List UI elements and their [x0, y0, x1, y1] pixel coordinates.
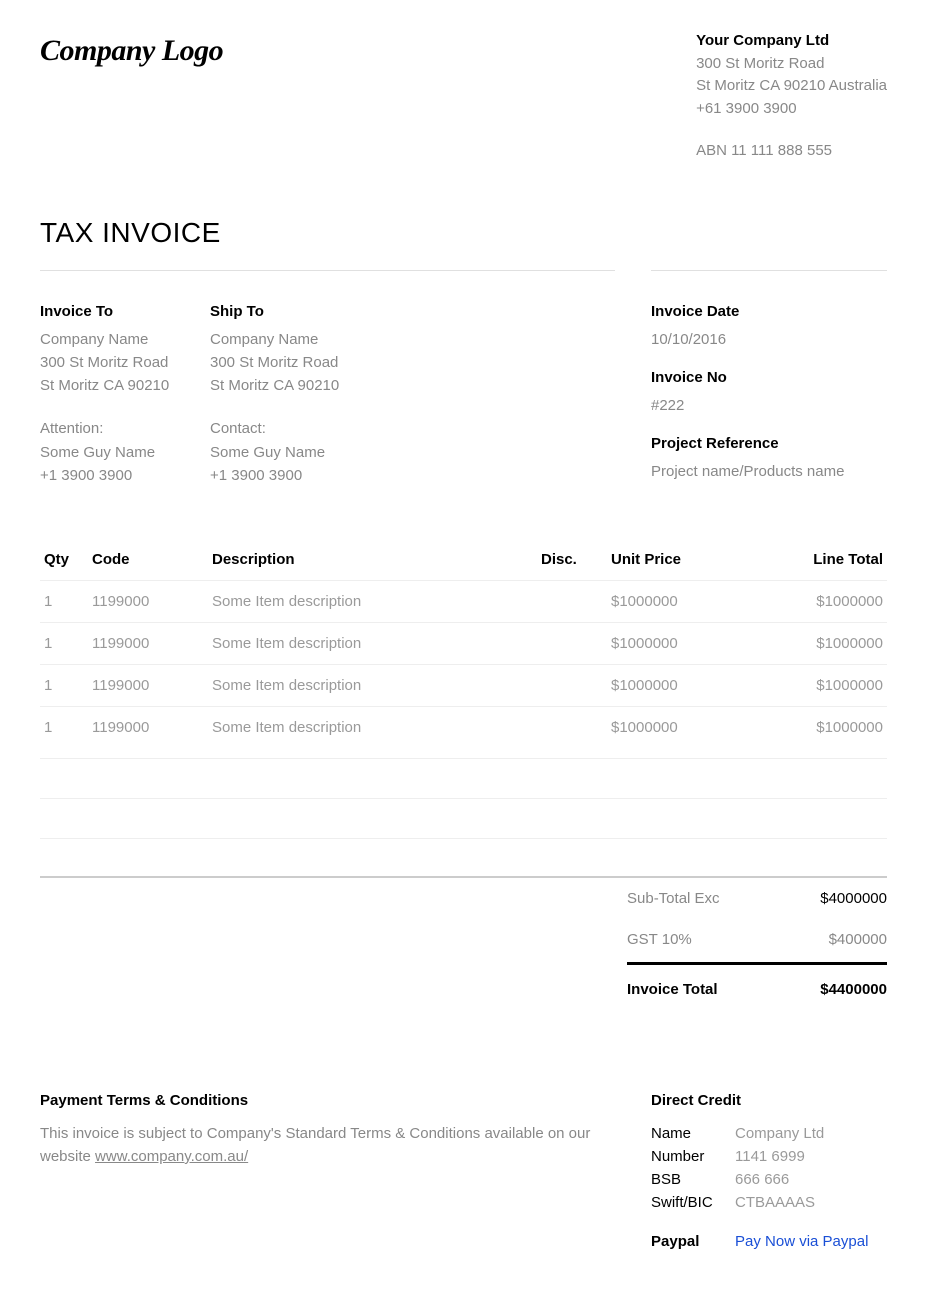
- terms-heading: Payment Terms & Conditions: [40, 1090, 615, 1111]
- footer: Payment Terms & Conditions This invoice …: [40, 1090, 887, 1252]
- table-row: 11199000Some Item description $1000000$10…: [40, 707, 887, 749]
- dc-number-label: Number: [651, 1146, 735, 1167]
- company-info: Your Company Ltd 300 St Moritz Road St M…: [696, 30, 887, 163]
- ship-to-contact-label: Contact:: [210, 417, 651, 440]
- gst-label: GST 10%: [627, 929, 692, 950]
- cell-qty: 1: [40, 707, 88, 749]
- project-ref-value: Project name/Products name: [651, 460, 887, 483]
- invoice-no-value: #222: [651, 394, 887, 417]
- col-qty: Qty: [40, 539, 88, 581]
- cell-code: 1199000: [88, 707, 208, 749]
- subtotal-value: $4000000: [820, 888, 887, 909]
- direct-credit-block: Direct Credit Name Company Ltd Number 11…: [651, 1090, 887, 1252]
- cell-code: 1199000: [88, 581, 208, 623]
- ship-to-heading: Ship To: [210, 301, 651, 322]
- cell-disc: [537, 581, 607, 623]
- cell-desc: Some Item description: [208, 665, 537, 707]
- dc-bsb-label: BSB: [651, 1169, 735, 1190]
- cell-disc: [537, 623, 607, 665]
- cell-desc: Some Item description: [208, 707, 537, 749]
- gst-value: $400000: [829, 929, 887, 950]
- cell-line: $1000000: [747, 665, 887, 707]
- table-row: 11199000Some Item description $1000000$10…: [40, 581, 887, 623]
- company-phone: +61 3900 3900: [696, 98, 887, 121]
- col-disc: Disc.: [537, 539, 607, 581]
- col-code: Code: [88, 539, 208, 581]
- ship-to-name: Company Name: [210, 328, 651, 351]
- company-logo: Company Logo: [40, 30, 223, 163]
- paypal-link[interactable]: Pay Now via Paypal: [735, 1231, 868, 1252]
- invoice-date-label: Invoice Date: [651, 301, 887, 322]
- project-ref-label: Project Reference: [651, 433, 887, 454]
- cell-qty: 1: [40, 581, 88, 623]
- ship-to-contact-phone: +1 3900 3900: [210, 464, 651, 487]
- ship-to-contact-name: Some Guy Name: [210, 441, 651, 464]
- company-name: Your Company Ltd: [696, 30, 887, 53]
- invoice-to-attn-phone: +1 3900 3900: [40, 464, 210, 487]
- invoice-no-label: Invoice No: [651, 367, 887, 388]
- header: Company Logo Your Company Ltd 300 St Mor…: [40, 30, 887, 163]
- dc-bsb-value: 666 666: [735, 1169, 789, 1190]
- direct-credit-heading: Direct Credit: [651, 1090, 887, 1111]
- cell-line: $1000000: [747, 623, 887, 665]
- table-row: 11199000Some Item description $1000000$10…: [40, 623, 887, 665]
- items-table: Qty Code Description Disc. Unit Price Li…: [40, 539, 887, 748]
- cell-disc: [537, 707, 607, 749]
- totals-block: Sub-Total Exc $4000000 GST 10% $400000 I…: [40, 878, 887, 1010]
- terms-block: Payment Terms & Conditions This invoice …: [40, 1090, 615, 1252]
- empty-rows: [40, 758, 887, 878]
- total-value: $4400000: [820, 979, 887, 1000]
- cell-line: $1000000: [747, 707, 887, 749]
- invoice-to-addr2: St Moritz CA 90210: [40, 374, 210, 397]
- invoice-to-name: Company Name: [40, 328, 210, 351]
- dc-swift-value: CTBAAAAS: [735, 1192, 815, 1213]
- document-title: TAX INVOICE: [40, 213, 887, 252]
- ship-to-addr1: 300 St Moritz Road: [210, 351, 651, 374]
- cell-unit: $1000000: [607, 623, 747, 665]
- company-address-2: St Moritz CA 90210 Australia: [696, 75, 887, 98]
- cell-line: $1000000: [747, 581, 887, 623]
- ship-to-addr2: St Moritz CA 90210: [210, 374, 651, 397]
- terms-link[interactable]: www.company.com.au/: [95, 1148, 248, 1165]
- dc-number-value: 1141 6999: [735, 1146, 805, 1167]
- dc-name-label: Name: [651, 1123, 735, 1144]
- cell-disc: [537, 665, 607, 707]
- info-row: Invoice To Company Name 300 St Moritz Ro…: [40, 301, 887, 500]
- invoice-to-attn-label: Attention:: [40, 417, 210, 440]
- dc-swift-label: Swift/BIC: [651, 1192, 735, 1213]
- col-desc: Description: [208, 539, 537, 581]
- ship-to-block: Ship To Company Name 300 St Moritz Road …: [210, 301, 651, 500]
- cell-desc: Some Item description: [208, 581, 537, 623]
- invoice-to-addr1: 300 St Moritz Road: [40, 351, 210, 374]
- total-label: Invoice Total: [627, 979, 718, 1000]
- cell-code: 1199000: [88, 623, 208, 665]
- company-address-1: 300 St Moritz Road: [696, 53, 887, 76]
- meta-block: Invoice Date 10/10/2016 Invoice No #222 …: [651, 301, 887, 500]
- company-abn: ABN 11 111 888 555: [696, 140, 887, 163]
- cell-unit: $1000000: [607, 707, 747, 749]
- invoice-date-value: 10/10/2016: [651, 328, 887, 351]
- subtotal-label: Sub-Total Exc: [627, 888, 720, 909]
- cell-qty: 1: [40, 623, 88, 665]
- table-row: 11199000Some Item description $1000000$10…: [40, 665, 887, 707]
- invoice-to-attn-name: Some Guy Name: [40, 441, 210, 464]
- divider-row: [40, 270, 887, 271]
- col-unit: Unit Price: [607, 539, 747, 581]
- col-line: Line Total: [747, 539, 887, 581]
- invoice-to-block: Invoice To Company Name 300 St Moritz Ro…: [40, 301, 210, 500]
- paypal-label: Paypal: [651, 1231, 735, 1252]
- invoice-to-heading: Invoice To: [40, 301, 210, 322]
- cell-unit: $1000000: [607, 665, 747, 707]
- cell-desc: Some Item description: [208, 623, 537, 665]
- dc-name-value: Company Ltd: [735, 1123, 824, 1144]
- cell-code: 1199000: [88, 665, 208, 707]
- cell-unit: $1000000: [607, 581, 747, 623]
- cell-qty: 1: [40, 665, 88, 707]
